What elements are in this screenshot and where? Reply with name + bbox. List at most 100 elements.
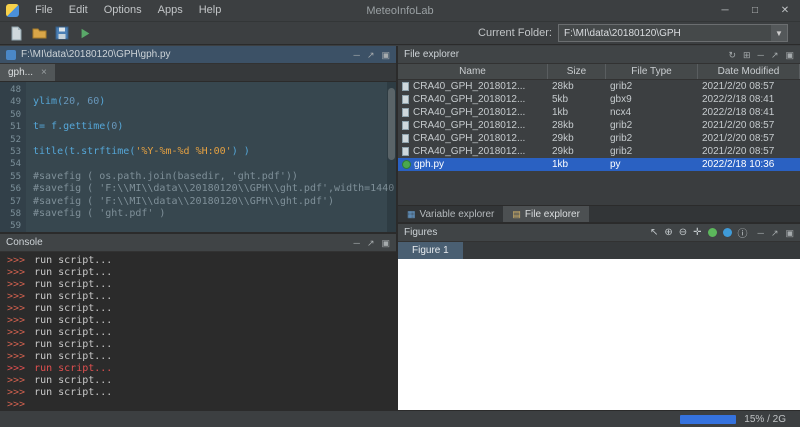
run-script-icon[interactable] [75, 24, 95, 43]
info-icon[interactable]: ⓘ [738, 225, 748, 240]
panel-minimize-icon[interactable]: ─ [758, 46, 764, 64]
line-number-gutter: 484950515253545556575859 [0, 82, 26, 232]
file-type-cell: gbx9 [606, 94, 698, 105]
code-line: ylim(20, 60) [33, 96, 396, 108]
code-token: title(t.strftime( [33, 146, 135, 157]
file-explorer-panel: File explorer ↻ ⊞ ─ ↗ ▣ NameSizeFile Typ… [398, 46, 800, 222]
table-row[interactable]: CRA40_GPH_2018012...28kbgrib22021/2/20 0… [398, 80, 800, 93]
panel-restore-icon[interactable]: ▣ [381, 46, 390, 64]
line-number: 53 [0, 146, 21, 158]
table-row[interactable]: CRA40_GPH_2018012...1kbncx42022/2/18 08:… [398, 106, 800, 119]
panel-minimize-icon[interactable]: ─ [758, 224, 764, 242]
table-row[interactable]: gph.py1kbpy2022/2/18 10:36 [398, 158, 800, 171]
menu-apps[interactable]: Apps [150, 0, 191, 21]
file-size-cell: 1kb [548, 107, 606, 118]
file-name-cell: gph.py [398, 159, 548, 170]
table-row[interactable]: CRA40_GPH_2018012...28kbgrib22021/2/20 0… [398, 119, 800, 132]
code-editor[interactable]: 484950515253545556575859 ylim(20, 60) t=… [0, 82, 396, 232]
full-extent-icon[interactable] [708, 228, 717, 237]
menu-file[interactable]: File [27, 0, 61, 21]
menu-bar: FileEditOptionsAppsHelp MeteoInfoLab ─ □… [0, 0, 800, 22]
code-line [33, 220, 396, 232]
menu-options[interactable]: Options [96, 0, 150, 21]
line-number: 57 [0, 196, 21, 208]
code-token: ) [117, 121, 123, 132]
editor-tab-bar: gph... × [0, 64, 396, 82]
column-header-size[interactable]: Size [548, 64, 606, 79]
panel-float-icon[interactable]: ↗ [367, 234, 375, 252]
menu-edit[interactable]: Edit [61, 0, 96, 21]
save-icon[interactable] [52, 24, 72, 43]
code-token: #savefig ( os.path.join(basedir, 'ght.pd… [33, 171, 298, 182]
panel-float-icon[interactable]: ↗ [771, 46, 779, 64]
panel-float-icon[interactable]: ↗ [367, 46, 375, 64]
menu-help[interactable]: Help [191, 0, 230, 21]
panel-minimize-icon[interactable]: ─ [354, 46, 360, 64]
collapse-icon[interactable]: ⊞ [743, 46, 751, 64]
window-controls: ─ □ ✕ [710, 0, 800, 21]
file-size-cell: 29kb [548, 133, 606, 144]
editor-scrollbar[interactable] [387, 82, 396, 232]
figures-panel-header: Figures ↖ ⊕ ⊖ ✛ ⓘ ─ ↗ ▣ [398, 224, 800, 242]
zoom-out-icon[interactable]: ⊖ [679, 227, 687, 238]
select-arrow-icon[interactable]: ↖ [650, 227, 658, 238]
refresh-icon[interactable]: ↻ [728, 46, 736, 64]
console-prompt: >>> [7, 399, 25, 410]
console-output[interactable]: >>>run script...>>>run script...>>>run s… [0, 252, 396, 414]
current-folder-value: F:\MI\data\20180120\GPH [564, 28, 771, 39]
file-size-cell: 28kb [548, 81, 606, 92]
console-prompt: >>> [7, 375, 25, 386]
pan-icon[interactable]: ✛ [693, 227, 701, 238]
console-text: run script... [34, 255, 112, 266]
table-row[interactable]: CRA40_GPH_2018012...5kbgbx92022/2/18 08:… [398, 93, 800, 106]
file-name-cell: CRA40_GPH_2018012... [398, 81, 548, 92]
tab-close-icon[interactable]: × [41, 67, 47, 78]
console-prompt: >>> [7, 387, 25, 398]
line-number: 49 [0, 96, 21, 108]
file-date-cell: 2021/2/20 08:57 [698, 133, 800, 144]
code-token: ) [99, 96, 105, 107]
console-line: >>>run script... [7, 267, 389, 279]
new-script-icon[interactable] [6, 24, 26, 43]
table-row[interactable]: CRA40_GPH_2018012...29kbgrib22021/2/20 0… [398, 132, 800, 145]
line-number: 48 [0, 84, 21, 96]
tab-file-explorer[interactable]: ▤File explorer [503, 206, 589, 222]
console-text: run script... [34, 267, 112, 278]
console-line: >>>run script... [7, 339, 389, 351]
editor-panel-title: F:\MI\data\20180120\GPH\gph.py [21, 49, 171, 60]
file-name-cell: CRA40_GPH_2018012... [398, 107, 548, 118]
console-prompt: >>> [7, 363, 25, 374]
column-header-date-modified[interactable]: Date Modified [698, 64, 800, 79]
zoom-in-icon[interactable]: ⊕ [664, 227, 672, 238]
file-icon [402, 134, 409, 143]
table-row[interactable]: CRA40_GPH_2018012...29kbgrib22021/2/20 0… [398, 145, 800, 158]
column-header-name[interactable]: Name [398, 64, 548, 79]
line-number: 50 [0, 109, 21, 121]
panel-restore-icon[interactable]: ▣ [785, 224, 794, 242]
code-line: title(t.strftime('%Y-%m-%d %H:00') ) [33, 146, 396, 158]
panel-float-icon[interactable]: ↗ [771, 224, 779, 242]
window-minimize-icon[interactable]: ─ [710, 0, 740, 21]
figure-canvas[interactable] [398, 259, 800, 410]
combobox-dropdown-icon[interactable]: ▼ [771, 25, 787, 41]
file-icon [402, 108, 409, 117]
identify-icon[interactable] [723, 228, 732, 237]
current-folder-combobox[interactable]: F:\MI\data\20180120\GPH ▼ [558, 24, 788, 42]
app-logo-icon [6, 4, 19, 17]
tab-figure-1[interactable]: Figure 1 [398, 242, 463, 259]
tab-gph-py[interactable]: gph... × [0, 64, 55, 81]
scrollbar-thumb[interactable] [388, 88, 395, 160]
tab-variable-explorer[interactable]: ▦Variable explorer [398, 206, 503, 222]
window-close-icon[interactable]: ✕ [770, 0, 800, 21]
file-name: CRA40_GPH_2018012... [413, 107, 525, 118]
panel-restore-icon[interactable]: ▣ [785, 46, 794, 64]
window-maximize-icon[interactable]: □ [740, 0, 770, 21]
file-type-cell: grib2 [606, 133, 698, 144]
editor-tab-label: gph... [8, 67, 33, 78]
file-icon [402, 121, 409, 130]
panel-restore-icon[interactable]: ▣ [381, 234, 390, 252]
explorer-tab-label: Variable explorer [420, 209, 495, 220]
column-header-file-type[interactable]: File Type [606, 64, 698, 79]
open-file-icon[interactable] [29, 24, 49, 43]
panel-minimize-icon[interactable]: ─ [354, 234, 360, 252]
